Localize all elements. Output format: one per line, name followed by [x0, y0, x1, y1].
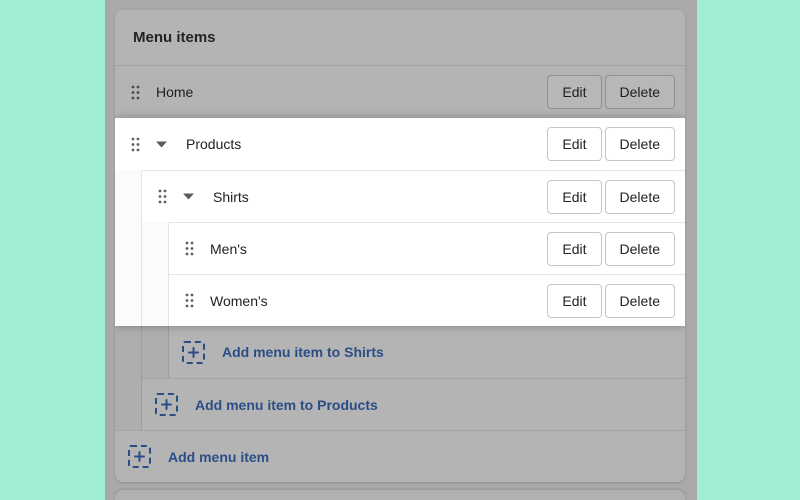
add-plus-icon	[128, 445, 151, 468]
delete-button[interactable]: Delete	[604, 75, 675, 109]
menu-row-home: Home Edit Delete	[115, 66, 685, 118]
drag-handle-icon[interactable]	[185, 293, 194, 308]
indent-guide	[115, 274, 142, 326]
add-plus-icon	[155, 393, 178, 416]
menu-row-shirts: Shirts Edit Delete	[115, 170, 685, 222]
dimmed-app-backdrop: Menu items Home Edit Delete Products Edi…	[105, 0, 697, 500]
indent-guide	[142, 274, 169, 326]
chevron-down-icon[interactable]	[156, 141, 167, 148]
menu-item-label: Women's	[210, 292, 268, 309]
delete-button[interactable]: Delete	[604, 283, 675, 318]
edit-button[interactable]: Edit	[547, 283, 602, 318]
add-menu-item-to-products[interactable]: Add menu item to Products	[115, 378, 685, 430]
highlighted-section: Products Edit Delete Shirts Edit Delete …	[115, 118, 685, 326]
add-action-label: Add menu item to Products	[195, 396, 378, 413]
add-action-label: Add menu item to Shirts	[222, 344, 384, 360]
delete-button[interactable]: Delete	[604, 127, 675, 161]
indent-guide	[115, 378, 142, 430]
menu-item-label: Men's	[210, 240, 247, 257]
add-menu-item[interactable]: Add menu item	[115, 430, 685, 482]
drag-handle-icon[interactable]	[158, 189, 167, 204]
next-card-edge	[115, 490, 685, 500]
menu-row-womens: Women's Edit Delete	[115, 274, 685, 326]
edit-button[interactable]: Edit	[547, 75, 602, 109]
indent-guide	[142, 222, 169, 274]
menu-row-mens: Men's Edit Delete	[115, 222, 685, 274]
menu-items-card: Menu items Home Edit Delete Products Edi…	[115, 10, 685, 482]
page-title: Menu items	[133, 29, 216, 46]
add-action-label: Add menu item	[168, 448, 270, 465]
edit-button[interactable]: Edit	[547, 127, 602, 161]
menu-item-label: Products	[186, 136, 242, 152]
menu-row-products: Products Edit Delete	[115, 118, 685, 170]
add-plus-icon	[182, 340, 205, 364]
indent-guide	[115, 170, 142, 222]
add-menu-item-to-shirts[interactable]: Add menu item to Shirts	[115, 326, 685, 378]
chevron-down-icon[interactable]	[183, 193, 194, 200]
edit-button[interactable]: Edit	[547, 231, 602, 266]
indent-guide	[115, 326, 142, 378]
menu-item-label: Shirts	[213, 188, 249, 205]
indent-guide	[115, 222, 142, 274]
drag-handle-icon[interactable]	[131, 137, 140, 152]
delete-button[interactable]: Delete	[604, 179, 675, 214]
drag-handle-icon[interactable]	[185, 241, 194, 256]
drag-handle-icon[interactable]	[131, 85, 140, 100]
indent-guide	[142, 326, 169, 378]
edit-button[interactable]: Edit	[547, 179, 602, 214]
delete-button[interactable]: Delete	[604, 231, 675, 266]
card-header: Menu items	[115, 10, 685, 66]
menu-item-label: Home	[156, 84, 194, 100]
